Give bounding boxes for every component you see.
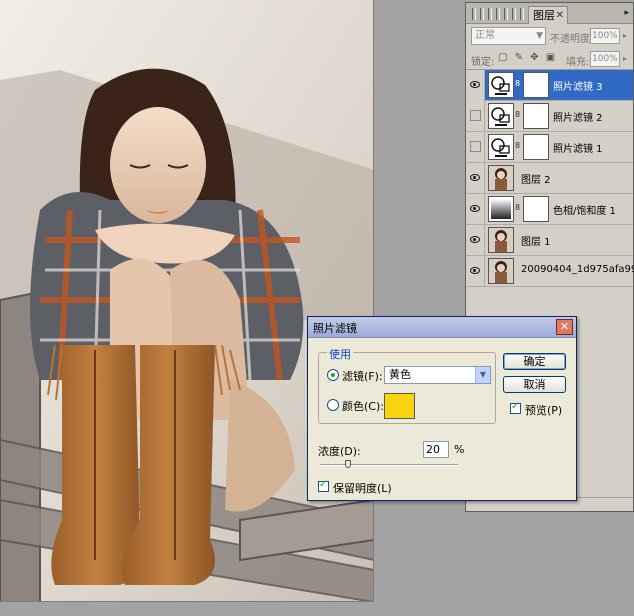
- opacity-input[interactable]: 100%: [590, 28, 620, 44]
- layer-row[interactable]: 图层 2: [466, 163, 633, 194]
- layer-mask-thumbnail[interactable]: [523, 134, 549, 160]
- color-radio-label: 颜色(C):: [342, 400, 384, 413]
- filter-select-value: 黄色: [389, 368, 411, 381]
- close-icon[interactable]: ✕: [556, 319, 573, 335]
- eye-icon: [470, 236, 480, 243]
- layer-mask-thumbnail[interactable]: [523, 72, 549, 98]
- visibility-toggle[interactable]: [466, 101, 485, 132]
- fill-input[interactable]: 100%: [590, 51, 620, 67]
- photo-filter-icon[interactable]: [488, 103, 514, 129]
- layer-row[interactable]: 8 照片滤镜 2: [466, 101, 633, 132]
- visibility-toggle[interactable]: [466, 256, 485, 287]
- layer-row[interactable]: 8 色相/饱和度 1: [466, 194, 633, 225]
- fill-slider-icon[interactable]: ▸: [623, 54, 627, 63]
- density-slider-track[interactable]: [320, 464, 458, 466]
- link-icon[interactable]: 8: [515, 203, 520, 212]
- dialog-title: 照片滤镜: [313, 322, 357, 335]
- filter-radio-label: 滤镜(F):: [342, 370, 383, 383]
- eye-icon: [470, 174, 480, 181]
- opacity-slider-icon[interactable]: ▸: [623, 31, 627, 40]
- link-icon[interactable]: 8: [515, 141, 520, 150]
- visibility-toggle[interactable]: [466, 132, 485, 163]
- link-icon[interactable]: 8: [515, 79, 520, 88]
- photo-filter-dialog: 照片滤镜 ✕ 使用 滤镜(F): 黄色 ▼ 颜色(C): 确定 取消 预览(P)…: [307, 316, 577, 501]
- preserve-luminosity-checkbox[interactable]: [318, 479, 329, 492]
- layer-row[interactable]: 8 照片滤镜 3: [466, 70, 633, 101]
- density-input[interactable]: 20: [423, 441, 449, 458]
- visibility-toggle[interactable]: [466, 70, 485, 101]
- density-slider-thumb[interactable]: [344, 460, 351, 468]
- tab-layers[interactable]: 图层 ✕: [528, 6, 568, 24]
- blend-mode-value: 正常: [475, 30, 495, 41]
- preserve-luminosity-label: 保留明度(L): [333, 482, 392, 495]
- opacity-label: 不透明度:: [550, 34, 594, 45]
- layer-name: 照片滤镜 2: [553, 113, 603, 124]
- hue-saturation-icon[interactable]: [488, 196, 514, 222]
- use-group: 使用 滤镜(F): 黄色 ▼ 颜色(C):: [318, 346, 496, 424]
- layer-name: 照片滤镜 1: [553, 144, 603, 155]
- panel-tab-bar: 图层 ✕ ▸: [466, 3, 633, 24]
- eye-icon: [470, 81, 480, 88]
- collapsed-tab[interactable]: [488, 8, 492, 20]
- collapsed-tab[interactable]: [504, 8, 508, 20]
- photo-filter-icon[interactable]: [488, 134, 514, 160]
- layer-thumbnail[interactable]: [488, 227, 514, 253]
- filter-radio[interactable]: [327, 369, 339, 381]
- lock-label: 锁定:: [471, 57, 495, 68]
- preview-checkbox[interactable]: [510, 401, 521, 414]
- color-swatch[interactable]: [384, 393, 415, 419]
- link-icon[interactable]: 8: [515, 110, 520, 119]
- collapsed-tab[interactable]: [512, 8, 516, 20]
- chevron-down-icon: ▼: [475, 367, 490, 383]
- collapsed-tab[interactable]: [480, 8, 484, 20]
- tab-layers-label: 图层: [533, 9, 555, 22]
- dialog-title-bar[interactable]: 照片滤镜 ✕: [308, 317, 576, 338]
- collapsed-tab[interactable]: [472, 8, 476, 20]
- layer-list: 8 照片滤镜 3 8 照片滤镜 2 8 照片滤镜 1 图层 2 8 色相/饱和度 1 图层 1 20…: [466, 70, 634, 287]
- layer-name: 照片滤镜 3: [553, 82, 603, 93]
- fill-label: 填充:: [566, 57, 590, 68]
- document-canvas[interactable]: [0, 0, 374, 602]
- layer-name: 图层 1: [521, 237, 551, 248]
- eye-off-icon: [470, 141, 481, 152]
- layer-row[interactable]: 图层 1: [466, 225, 633, 256]
- tab-close-icon[interactable]: ✕: [556, 7, 564, 24]
- layer-thumbnail[interactable]: [488, 258, 514, 284]
- layer-name: 图层 2: [521, 175, 551, 186]
- layer-mask-thumbnail[interactable]: [523, 196, 549, 222]
- filter-select[interactable]: 黄色 ▼: [384, 366, 491, 384]
- layer-row[interactable]: 8 照片滤镜 1: [466, 132, 633, 163]
- layer-row[interactable]: 20090404_1d975afa99...: [466, 256, 634, 287]
- layer-name: 色相/饱和度 1: [553, 206, 616, 217]
- eye-off-icon: [470, 110, 481, 121]
- visibility-toggle[interactable]: [466, 225, 485, 256]
- photo-filter-icon[interactable]: [488, 72, 514, 98]
- lock-options-icon[interactable]: ▢ ✎ ✥ ▣: [498, 52, 557, 63]
- density-label: 浓度(D):: [318, 445, 361, 458]
- visibility-toggle[interactable]: [466, 163, 485, 194]
- collapsed-tab[interactable]: [496, 8, 500, 20]
- panel-menu-icon[interactable]: ▸: [624, 8, 629, 18]
- blend-mode-select[interactable]: 正常 ▼: [471, 27, 546, 45]
- preview-label: 预览(P): [525, 404, 563, 417]
- color-radio[interactable]: [327, 399, 339, 411]
- layer-thumbnail[interactable]: [488, 165, 514, 191]
- layer-mask-thumbnail[interactable]: [523, 103, 549, 129]
- visibility-toggle[interactable]: [466, 194, 485, 225]
- chevron-down-icon: ▼: [536, 31, 543, 41]
- density-unit: %: [454, 443, 465, 456]
- cancel-button[interactable]: 取消: [503, 376, 566, 393]
- eye-icon: [470, 267, 480, 274]
- photo-illustration: [0, 0, 373, 601]
- eye-icon: [470, 205, 480, 212]
- ok-button[interactable]: 确定: [503, 353, 566, 370]
- collapsed-tab[interactable]: [520, 8, 524, 20]
- layer-name: 20090404_1d975afa99...: [521, 264, 634, 275]
- use-group-title: 使用: [327, 346, 353, 362]
